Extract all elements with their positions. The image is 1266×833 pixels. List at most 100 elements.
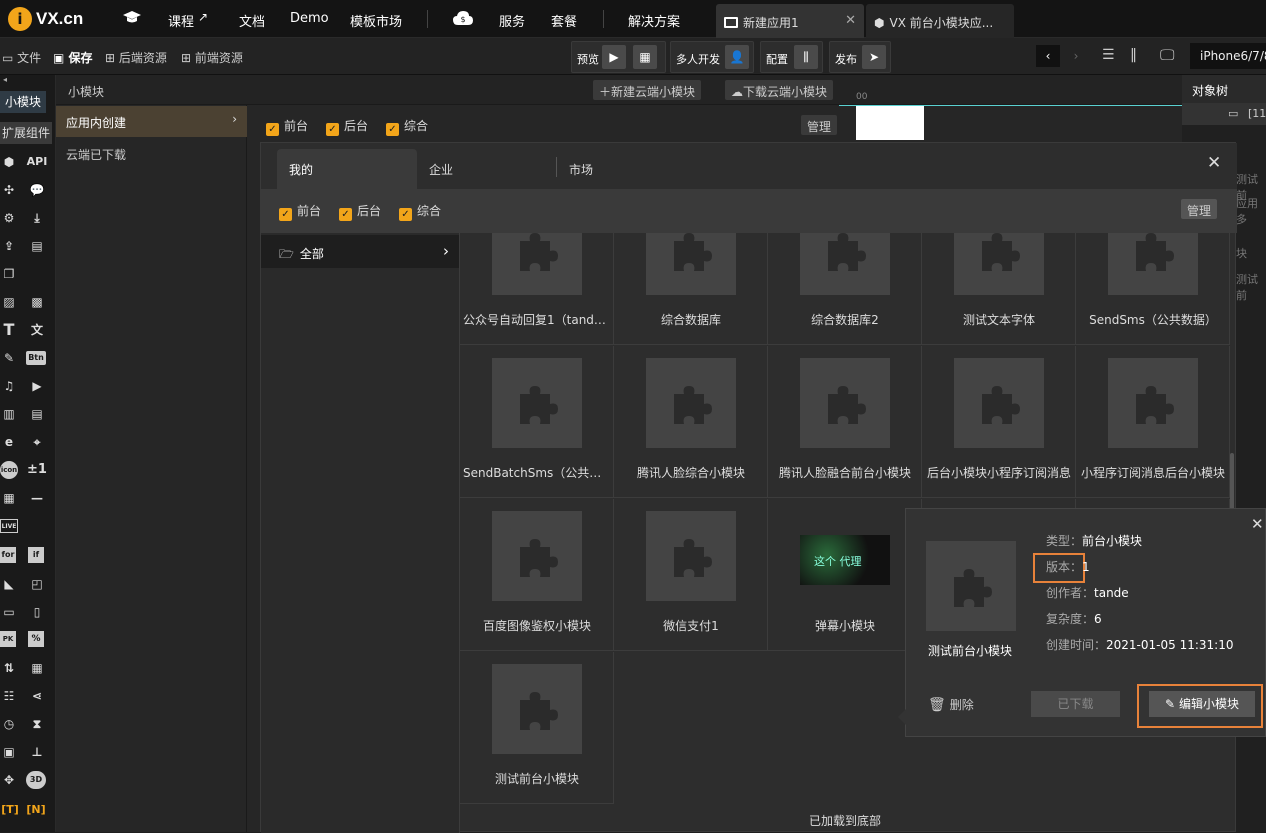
tab-modules[interactable]: 小模块 xyxy=(0,91,46,113)
tab-mine[interactable]: 我的 xyxy=(277,149,417,189)
pk-icon[interactable]: PK xyxy=(0,631,16,647)
nav-template-market[interactable]: 模板市场 xyxy=(350,11,402,30)
table-icon[interactable]: ▦ xyxy=(28,659,46,677)
user-icon[interactable]: 👤 xyxy=(725,45,749,69)
filter-combined[interactable]: ✓ 综合 xyxy=(386,117,428,136)
nav-docs[interactable]: 文档 xyxy=(239,11,265,30)
object-tree-title[interactable]: 对象树 xyxy=(1182,75,1266,103)
collapse-arrow-icon[interactable]: ◂ xyxy=(3,75,7,84)
if-condition-icon[interactable]: if xyxy=(28,547,44,563)
file-menu[interactable]: ▭ 文件 xyxy=(2,49,41,66)
tab-new-app[interactable]: 新建应用1 ✕ xyxy=(716,4,864,38)
device-selector[interactable]: iPhone6/7/8 xyxy=(1190,43,1266,69)
cloud-dollar-icon[interactable]: $ xyxy=(452,10,474,26)
category-all[interactable]: 🗁 全部 › xyxy=(261,235,459,268)
save-button[interactable]: ▣ 保存 xyxy=(53,49,93,66)
list-icon[interactable]: ▤ xyxy=(28,405,46,423)
percent-icon[interactable]: % xyxy=(28,631,44,647)
filter-backend[interactable]: ✓ 后台 xyxy=(326,117,368,136)
paper-plane-icon[interactable]: ➤ xyxy=(862,45,886,69)
close-modal-icon[interactable]: ✕ xyxy=(1207,153,1221,173)
slider-icon[interactable]: ◣ xyxy=(0,575,18,593)
video-icon[interactable]: ▶ xyxy=(28,377,46,395)
divider-line-icon[interactable]: — xyxy=(28,489,46,507)
frontend-resources-button[interactable]: ⊞ 前端资源 xyxy=(181,49,243,66)
modal-filter-backend[interactable]: ✓ 后台 xyxy=(339,202,381,221)
template-number-icon[interactable]: [N] xyxy=(26,801,46,819)
module-card[interactable]: 百度图像鉴权小模块 xyxy=(460,499,614,651)
music-icon[interactable]: ♫ xyxy=(0,377,18,395)
align-left-icon[interactable]: ☰ xyxy=(1102,47,1115,63)
move-icon[interactable]: ✥ xyxy=(0,771,18,789)
api-icon[interactable]: API xyxy=(26,153,48,171)
clock-icon[interactable]: ◷ xyxy=(0,715,18,733)
modal-filter-frontend[interactable]: ✓ 前台 xyxy=(279,202,321,221)
nav-demo[interactable]: Demo xyxy=(290,11,329,26)
tree-row[interactable]: ▭ [11 xyxy=(1182,103,1266,125)
tab-market[interactable]: 市场 xyxy=(557,149,593,187)
map-pin-icon[interactable]: ⌖ xyxy=(28,433,46,451)
modal-filter-combined[interactable]: ✓ 综合 xyxy=(399,202,441,221)
progress-icon[interactable]: ▭ xyxy=(0,603,18,621)
upload-box-icon[interactable]: ⇪ xyxy=(0,237,18,255)
qr-code-icon[interactable]: ▦ xyxy=(633,45,657,69)
share-icon[interactable]: ⋖ xyxy=(28,687,46,705)
translate-icon[interactable]: 文 xyxy=(28,321,46,339)
nav-solutions[interactable]: 解决方案 xyxy=(628,11,680,30)
org-chart-icon[interactable]: ⊥ xyxy=(28,743,46,761)
edit-module-button[interactable]: ✎ 编辑小模块 xyxy=(1149,691,1255,717)
play-icon[interactable]: ▶ xyxy=(602,45,626,69)
calendar-icon[interactable]: ▤ xyxy=(28,237,46,255)
new-cloud-module-button[interactable]: ＋新建云端小模块 xyxy=(593,80,702,100)
tab-frontend-module[interactable]: ⬢ VX 前台小模块应... xyxy=(866,4,1014,38)
text-icon[interactable]: T xyxy=(0,321,18,339)
image-icon[interactable]: ▨ xyxy=(0,293,18,311)
tab-extensions[interactable]: 扩展组件 xyxy=(0,122,52,144)
template-text-icon[interactable]: [T] xyxy=(0,801,20,819)
module-card[interactable]: 腾讯人脸融合前台小模块 xyxy=(768,346,922,498)
module-card[interactable]: 公众号自动回复1（tande... xyxy=(460,233,614,345)
download-cloud-module-button[interactable]: ☁下载云端小模块 xyxy=(725,80,834,100)
nav-courses[interactable]: 课程 xyxy=(168,11,194,30)
download-icon[interactable]: ⤓ xyxy=(28,209,46,227)
module-card[interactable]: 综合数据库 xyxy=(614,233,768,345)
module-card[interactable]: 综合数据库2 xyxy=(768,233,922,345)
monitor-icon[interactable]: 🖵 xyxy=(1160,46,1174,64)
close-tab-icon[interactable]: ✕ xyxy=(845,13,856,28)
icon-font-icon[interactable]: icon xyxy=(0,461,18,479)
cube-icon[interactable]: ⬢ xyxy=(0,153,18,171)
layers-icon[interactable]: ◰ xyxy=(28,575,46,593)
align-bars-icon[interactable]: ‖ xyxy=(1130,47,1137,63)
vx-logo-icon[interactable]: i xyxy=(8,7,32,31)
gear-icon[interactable]: ⚙ xyxy=(0,209,18,227)
nav-forward-button[interactable]: › xyxy=(1064,45,1088,67)
wechat-icon[interactable]: 💬 xyxy=(28,181,46,199)
three-d-icon[interactable]: 3D xyxy=(26,771,46,789)
module-card[interactable]: 腾讯人脸综合小模块 xyxy=(614,346,768,498)
delete-button[interactable]: 🗑 删除 xyxy=(928,696,974,713)
form-icon[interactable]: ▥ xyxy=(0,405,18,423)
menu-item-cloud-downloaded[interactable]: 云端已下载 xyxy=(66,146,126,163)
downloaded-button[interactable]: 已下载 xyxy=(1031,691,1120,717)
modal-manage-button[interactable]: 管理 xyxy=(1181,199,1218,219)
menu-item-created-in-app[interactable]: 应用内创建 › xyxy=(56,106,247,137)
module-card[interactable]: 测试前台小模块 xyxy=(460,652,614,804)
module-card[interactable]: 测试文本字体 xyxy=(922,233,1076,345)
close-popup-icon[interactable]: ✕ xyxy=(1251,515,1264,533)
module-card[interactable]: SendSms（公共数据） xyxy=(1076,233,1230,345)
module-card[interactable]: SendBatchSms（公共数据... xyxy=(460,346,614,498)
sort-icon[interactable]: ⇅ xyxy=(0,659,18,677)
ie-browser-icon[interactable]: e xyxy=(0,433,18,451)
module-card[interactable]: 这个 代理 弹幕小模块 xyxy=(768,499,922,651)
nav-services[interactable]: 服务 xyxy=(499,11,525,30)
button-icon[interactable]: Btn xyxy=(26,351,46,365)
copy-icon[interactable]: ❐ xyxy=(0,265,18,283)
filter-frontend[interactable]: ✓ 前台 xyxy=(266,117,308,136)
module-card[interactable]: 小程序订阅消息后台小模块 xyxy=(1076,346,1230,498)
stepper-icon[interactable]: ±1 xyxy=(26,461,48,479)
phone-icon[interactable]: ▯ xyxy=(28,603,46,621)
tab-enterprise[interactable]: 企业 xyxy=(417,149,453,187)
module-card[interactable]: 微信支付1 xyxy=(614,499,768,651)
module-card[interactable]: 后台小模块小程序订阅消息 xyxy=(922,346,1076,498)
qr-code-icon[interactable]: ▦ xyxy=(0,489,18,507)
